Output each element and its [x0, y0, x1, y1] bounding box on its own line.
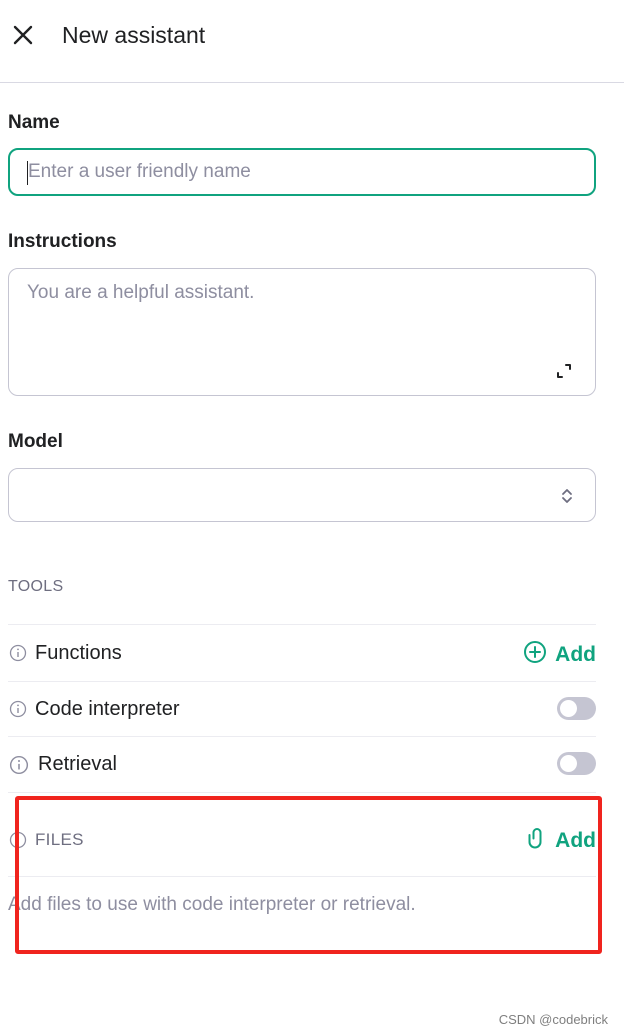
- model-label: Model: [8, 431, 63, 452]
- page-title: New assistant: [62, 22, 206, 48]
- tool-row-code-interpreter: Code interpreter: [8, 683, 596, 737]
- add-files-label: Add: [555, 829, 596, 852]
- files-heading: FILES: [35, 830, 84, 849]
- retrieval-toggle[interactable]: [557, 752, 596, 775]
- plus-circle-icon: [523, 640, 547, 670]
- files-empty-text: Add files to use with code interpreter o…: [8, 894, 416, 915]
- divider: [8, 792, 596, 793]
- text-caret: [27, 161, 28, 185]
- expand-icon[interactable]: [555, 362, 573, 380]
- functions-label: Functions: [35, 642, 122, 664]
- divider: [8, 624, 596, 625]
- close-icon[interactable]: [10, 22, 36, 48]
- tool-row-functions: Functions Add: [8, 626, 596, 680]
- code-interpreter-label: Code interpreter: [35, 698, 180, 720]
- info-icon[interactable]: [9, 700, 27, 718]
- add-files-button[interactable]: Add: [523, 826, 596, 856]
- info-icon[interactable]: [9, 831, 27, 849]
- toggle-knob: [560, 755, 577, 772]
- code-interpreter-toggle[interactable]: [557, 697, 596, 720]
- info-icon[interactable]: [9, 755, 29, 775]
- instructions-field: [8, 268, 596, 396]
- model-select[interactable]: [8, 468, 596, 522]
- toggle-knob: [560, 700, 577, 717]
- instructions-input[interactable]: [9, 269, 595, 395]
- instructions-label: Instructions: [8, 231, 117, 252]
- tool-row-retrieval: Retrieval: [8, 738, 596, 792]
- header: New assistant: [0, 0, 624, 83]
- tools-heading: TOOLS: [8, 578, 64, 595]
- chevron-up-down-icon: [559, 486, 575, 506]
- add-function-label: Add: [555, 643, 596, 666]
- info-icon[interactable]: [9, 644, 27, 662]
- watermark: CSDN @codebrick: [498, 1012, 608, 1027]
- name-input[interactable]: [8, 148, 596, 196]
- name-label: Name: [8, 112, 60, 133]
- add-function-button[interactable]: Add: [523, 640, 596, 670]
- paperclip-icon: [523, 826, 547, 856]
- divider: [8, 681, 596, 682]
- divider: [8, 876, 596, 877]
- highlight-annotation-box: [15, 796, 602, 954]
- retrieval-label: Retrieval: [38, 753, 117, 775]
- divider: [8, 736, 596, 737]
